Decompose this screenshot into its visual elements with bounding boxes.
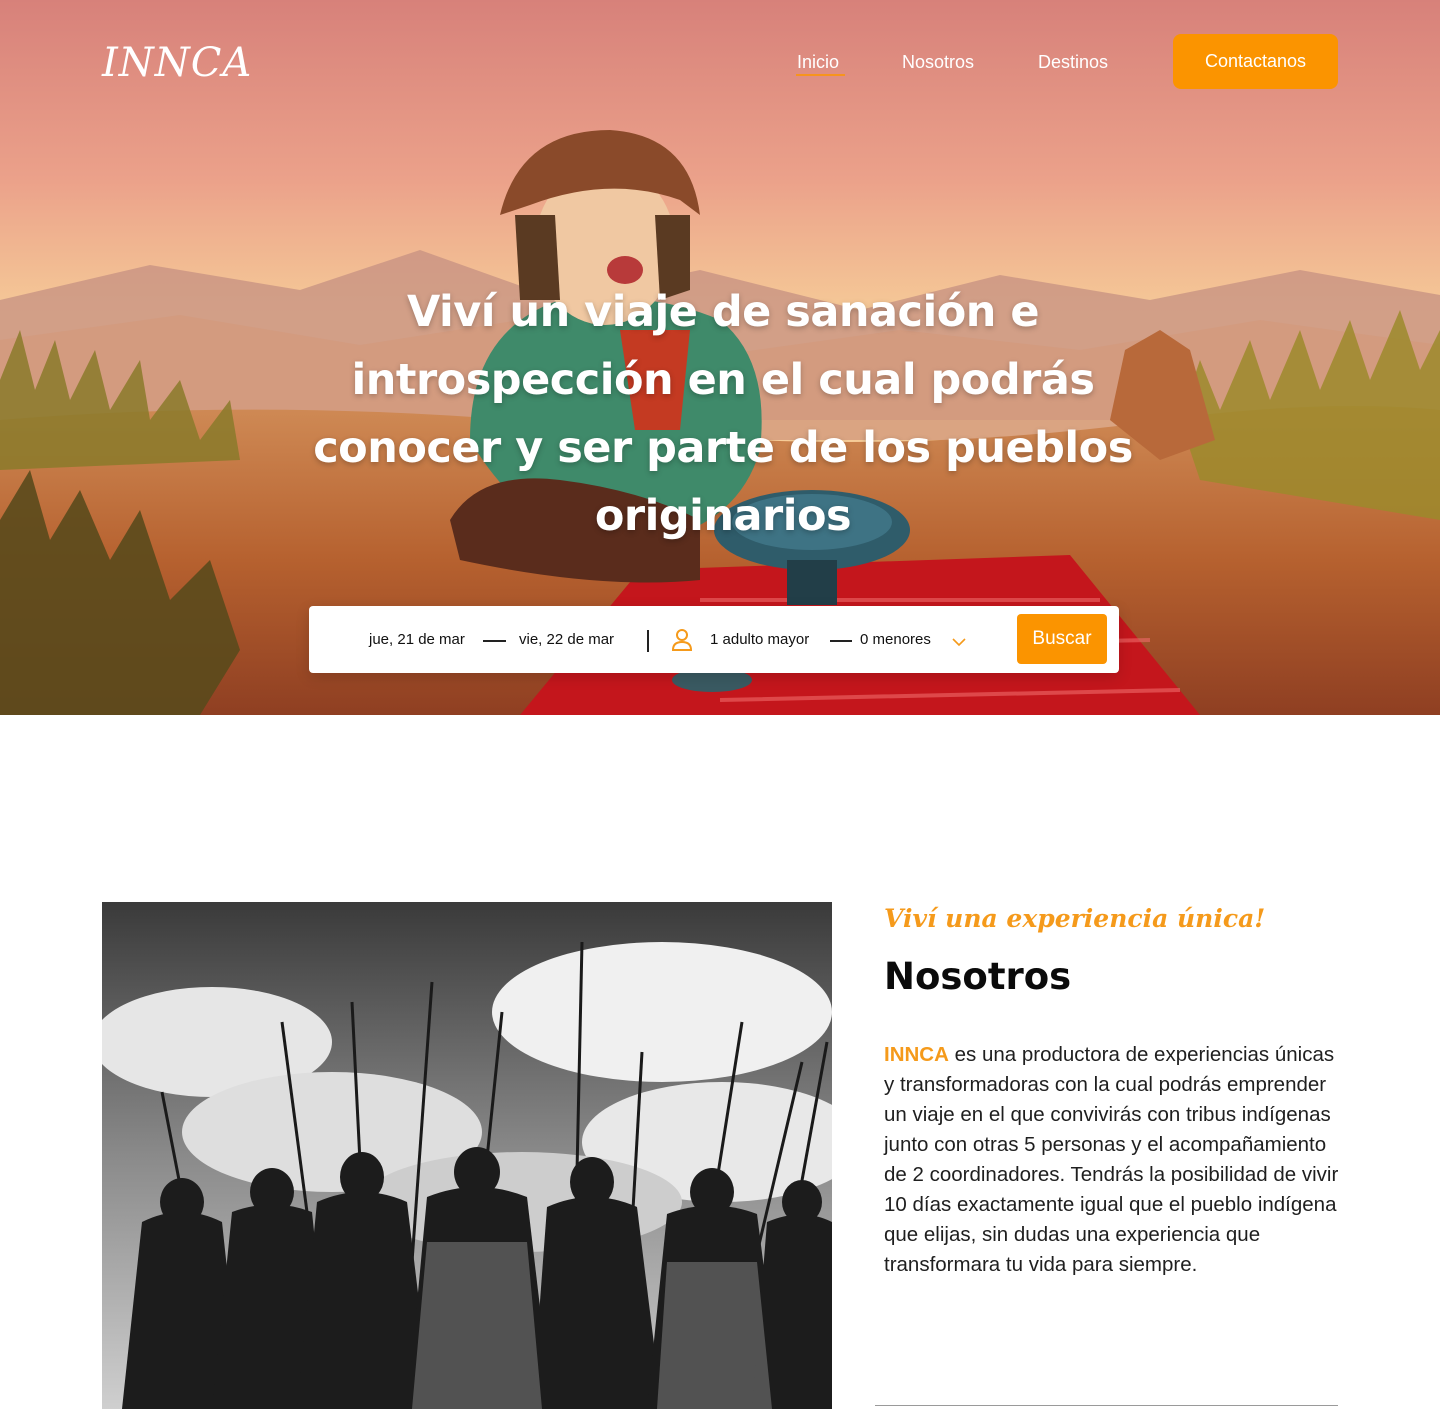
about-paragraph: INNCA es una productora de experiencias … bbox=[884, 1040, 1344, 1280]
person-icon[interactable] bbox=[671, 628, 693, 657]
nav-destinos[interactable]: Destinos bbox=[1038, 52, 1108, 73]
section-tagline: Viví una experiencia única! bbox=[884, 904, 1266, 933]
check-in-date[interactable]: jue, 21 de mar bbox=[369, 631, 465, 648]
section-divider bbox=[875, 1405, 1338, 1406]
adults-count[interactable]: 1 adulto mayor bbox=[710, 631, 809, 648]
logo[interactable]: INNCA bbox=[102, 40, 252, 86]
brand-name: INNCA bbox=[884, 1043, 949, 1066]
active-nav-underline bbox=[796, 74, 845, 76]
minors-count[interactable]: 0 menores bbox=[860, 631, 931, 648]
guests-dash bbox=[830, 640, 852, 642]
date-range-dash bbox=[483, 640, 506, 642]
about-body: es una productora de experiencias únicas… bbox=[884, 1043, 1339, 1276]
check-out-date[interactable]: vie, 22 de mar bbox=[519, 631, 614, 648]
section-title: Nosotros bbox=[884, 955, 1072, 998]
nav-nosotros[interactable]: Nosotros bbox=[902, 52, 974, 73]
search-button[interactable]: Buscar bbox=[1017, 614, 1107, 664]
contact-button[interactable]: Contactanos bbox=[1173, 34, 1338, 89]
hero-headline: Viví un viaje de sanación e introspecció… bbox=[313, 287, 1133, 541]
tribe-photo bbox=[102, 902, 832, 1409]
nav-inicio[interactable]: Inicio bbox=[797, 52, 839, 73]
chevron-down-icon[interactable] bbox=[952, 634, 966, 652]
search-divider bbox=[647, 630, 649, 652]
